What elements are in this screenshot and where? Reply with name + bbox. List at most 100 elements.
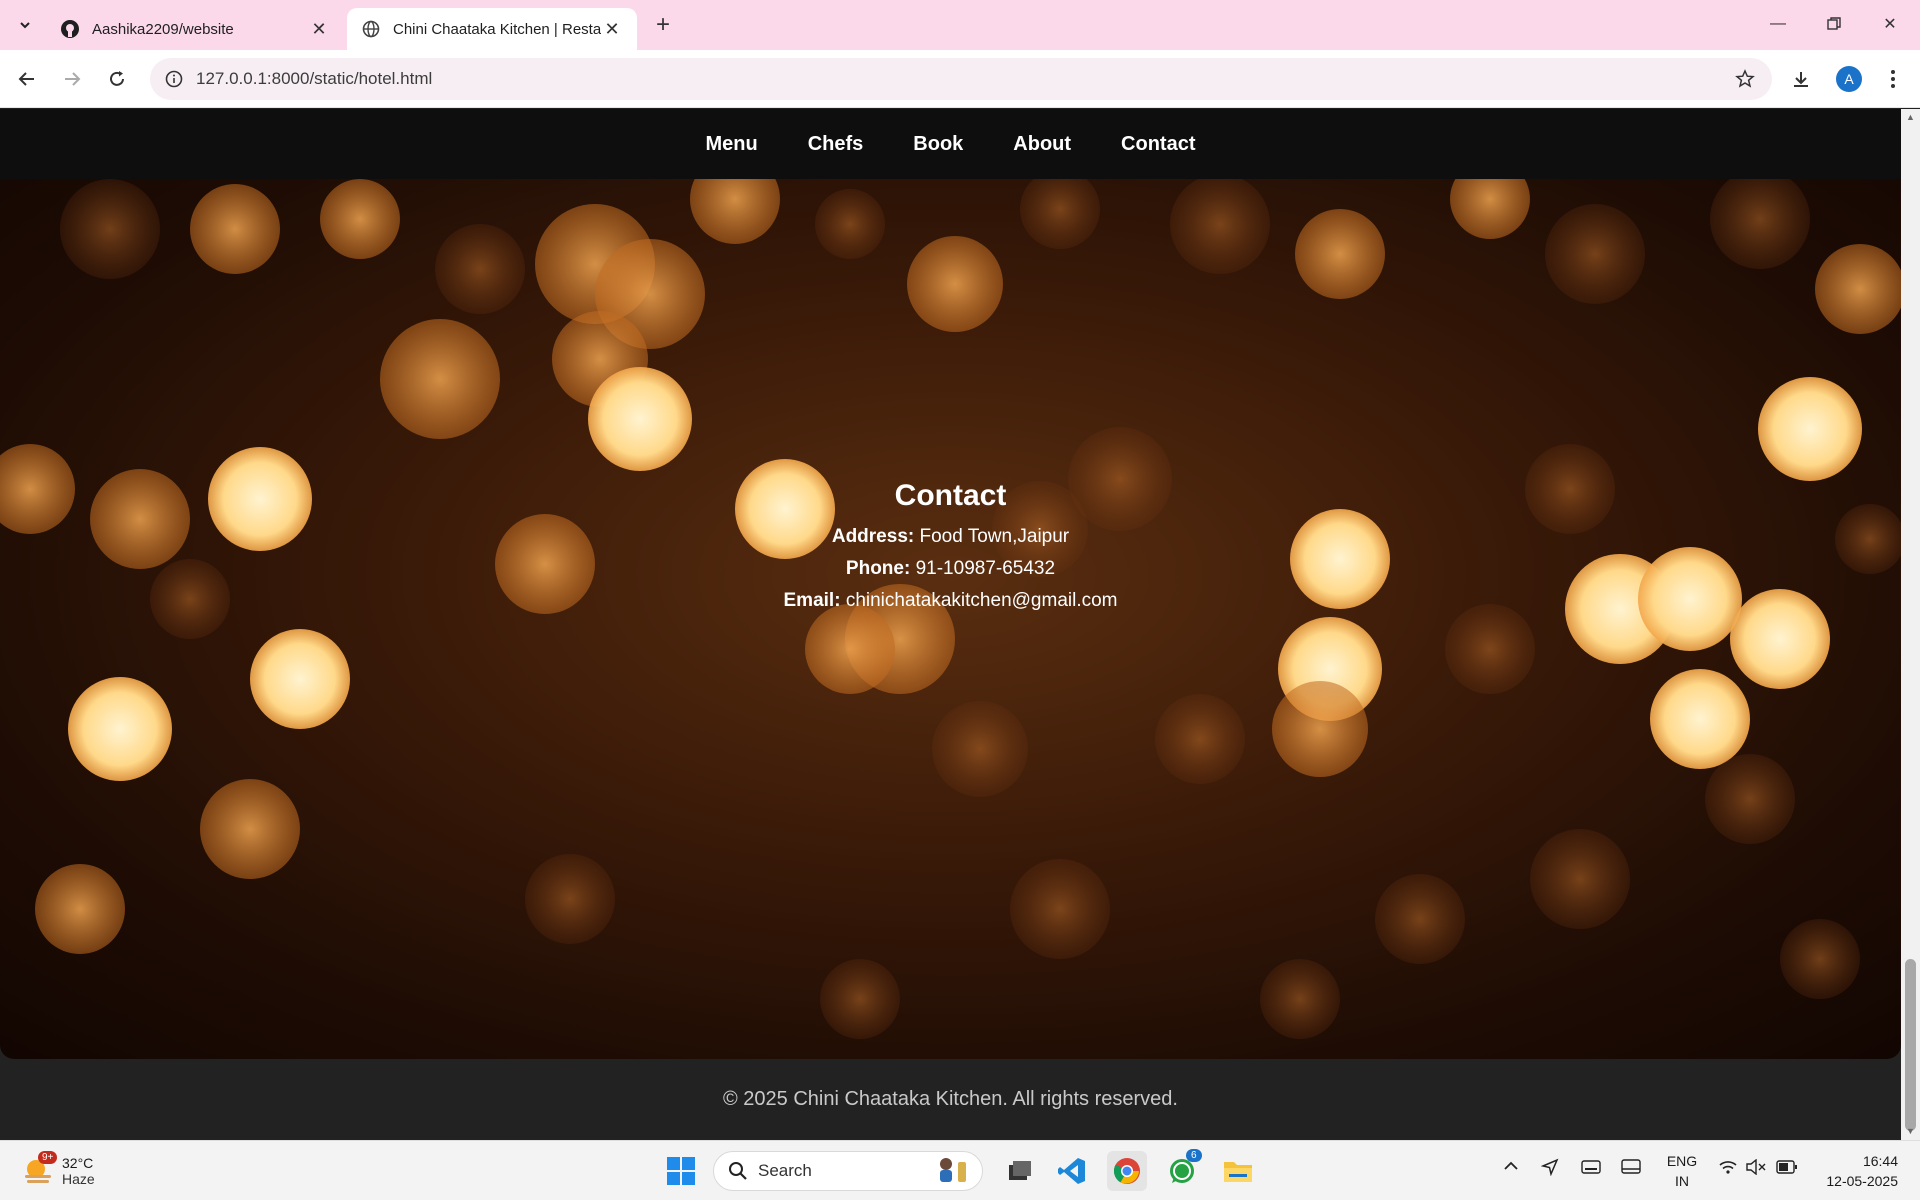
chevron-down-icon bbox=[20, 22, 30, 29]
tab-github[interactable]: Aashika2209/website ✕ bbox=[46, 8, 344, 50]
weather-desc: Haze bbox=[62, 1171, 95, 1187]
taskbar-search[interactable]: Search bbox=[713, 1151, 983, 1191]
weather-badge: 9+ bbox=[38, 1151, 58, 1164]
arrow-right-icon bbox=[65, 72, 81, 86]
nav-menu[interactable]: Menu bbox=[705, 133, 757, 156]
reload-icon bbox=[110, 71, 124, 86]
search-highlight-icon bbox=[936, 1154, 970, 1189]
clock-date: 12-05-2025 bbox=[1826, 1173, 1898, 1189]
windows-taskbar: 9+ 32°C Haze Search 6 ENG IN 16:44 12-05… bbox=[0, 1140, 1920, 1200]
arrow-left-icon bbox=[18, 72, 34, 86]
bokeh-light bbox=[1010, 859, 1110, 959]
bokeh-light bbox=[250, 629, 350, 729]
bokeh-light bbox=[1545, 204, 1645, 304]
close-tab-icon[interactable]: ✕ bbox=[308, 18, 330, 40]
bokeh-light bbox=[380, 319, 500, 439]
chevron-up-icon[interactable] bbox=[1503, 1159, 1519, 1176]
reload-button[interactable] bbox=[102, 64, 132, 94]
nav-chefs[interactable]: Chefs bbox=[808, 133, 864, 156]
bokeh-light bbox=[1445, 604, 1535, 694]
bookmark-star-icon[interactable] bbox=[1732, 66, 1758, 92]
bokeh-light bbox=[805, 604, 895, 694]
scroll-up-icon[interactable]: ▲ bbox=[1905, 112, 1916, 123]
location-icon[interactable] bbox=[1540, 1158, 1559, 1179]
bokeh-light bbox=[68, 677, 172, 781]
close-tab-icon[interactable]: ✕ bbox=[601, 18, 623, 40]
bokeh-light bbox=[1815, 244, 1901, 334]
bokeh-light bbox=[588, 367, 692, 471]
bokeh-light bbox=[1758, 377, 1862, 481]
display-icon[interactable] bbox=[1621, 1159, 1641, 1178]
tab-title: Chini Chaataka Kitchen | Restau bbox=[393, 20, 601, 38]
bokeh-light bbox=[200, 779, 300, 879]
email-line: Email: chinichatakakitchen@gmail.com bbox=[0, 585, 1901, 617]
nav-about[interactable]: About bbox=[1013, 133, 1071, 156]
weather-widget[interactable]: 9+ 32°C Haze bbox=[22, 1149, 95, 1193]
bokeh-light bbox=[1020, 179, 1100, 249]
download-icon[interactable] bbox=[1786, 64, 1816, 94]
nav-contact[interactable]: Contact bbox=[1121, 133, 1195, 156]
forward-button[interactable] bbox=[57, 64, 87, 94]
vscode-icon[interactable] bbox=[1052, 1151, 1092, 1191]
minimize-icon[interactable]: — bbox=[1750, 0, 1806, 48]
bokeh-light bbox=[1260, 959, 1340, 1039]
phone-line: Phone: 91-10987-65432 bbox=[0, 553, 1901, 585]
contact-block: Contact Address: Food Town,Jaipur Phone:… bbox=[0, 479, 1901, 617]
chrome-icon[interactable] bbox=[1107, 1151, 1147, 1191]
phone-value: 91-10987-65432 bbox=[915, 558, 1056, 579]
lang-line1: ENG bbox=[1666, 1153, 1698, 1169]
clock-time: 16:44 bbox=[1862, 1153, 1898, 1169]
bokeh-light bbox=[932, 701, 1028, 797]
address-value: Food Town,Jaipur bbox=[919, 526, 1070, 547]
wifi-icon[interactable] bbox=[1718, 1159, 1738, 1178]
url-bar[interactable]: 127.0.0.1:8000/static/hotel.html bbox=[150, 58, 1772, 100]
battery-icon[interactable] bbox=[1776, 1160, 1798, 1177]
page-viewport: Menu Chefs Book About Contact Contact Ad… bbox=[0, 109, 1901, 1140]
bokeh-light bbox=[320, 179, 400, 259]
close-window-icon[interactable]: ✕ bbox=[1862, 0, 1918, 48]
contact-section: Contact Address: Food Town,Jaipur Phone:… bbox=[0, 179, 1901, 1059]
new-tab-button[interactable]: + bbox=[650, 11, 676, 38]
tab-search-button[interactable] bbox=[10, 10, 40, 40]
phone-label: Phone: bbox=[845, 558, 911, 579]
nav-book[interactable]: Book bbox=[913, 133, 963, 156]
bokeh-light bbox=[815, 189, 885, 259]
bokeh-light bbox=[1155, 694, 1245, 784]
weather-temp: 32°C bbox=[62, 1155, 94, 1171]
restore-icon[interactable] bbox=[1806, 0, 1862, 48]
file-explorer-icon[interactable] bbox=[1218, 1151, 1258, 1191]
search-icon bbox=[729, 1162, 747, 1180]
address-toolbar: 127.0.0.1:8000/static/hotel.html A bbox=[0, 50, 1920, 108]
whatsapp-badge: 6 bbox=[1186, 1149, 1202, 1162]
tab-restaurant[interactable]: Chini Chaataka Kitchen | Restau ✕ bbox=[347, 8, 637, 50]
contact-heading: Contact bbox=[894, 479, 1007, 512]
keyboard-icon[interactable] bbox=[1581, 1160, 1601, 1177]
taskbar-clock[interactable]: 16:44 12-05-2025 bbox=[1808, 1151, 1898, 1191]
globe-icon bbox=[361, 19, 381, 39]
speaker-muted-icon[interactable] bbox=[1746, 1158, 1766, 1178]
language-indicator[interactable]: ENG IN bbox=[1665, 1151, 1699, 1191]
site-info-icon[interactable] bbox=[164, 69, 184, 89]
bokeh-light bbox=[1650, 669, 1750, 769]
kebab-menu-icon[interactable] bbox=[1878, 64, 1908, 94]
address-line: Address: Food Town,Jaipur bbox=[0, 521, 1901, 553]
windows-start-icon[interactable] bbox=[661, 1151, 701, 1191]
page-scrollbar[interactable]: ▲ ▼ bbox=[1901, 109, 1920, 1140]
bokeh-light bbox=[820, 959, 900, 1039]
scrollbar-thumb[interactable] bbox=[1905, 959, 1916, 1131]
browser-tab-bar: Aashika2209/website ✕ Chini Chaataka Kit… bbox=[0, 0, 1920, 50]
bokeh-light bbox=[1780, 919, 1860, 999]
bokeh-light bbox=[525, 854, 615, 944]
github-icon bbox=[60, 19, 80, 39]
weather-haze-icon: 9+ bbox=[22, 1151, 58, 1187]
scroll-down-icon[interactable]: ▼ bbox=[1905, 1126, 1916, 1137]
url-text[interactable]: 127.0.0.1:8000/static/hotel.html bbox=[196, 69, 1732, 89]
back-button[interactable] bbox=[12, 64, 42, 94]
site-navbar: Menu Chefs Book About Contact bbox=[0, 109, 1901, 179]
profile-avatar[interactable]: A bbox=[1836, 66, 1862, 92]
bokeh-light bbox=[1170, 179, 1270, 274]
lang-line2: IN bbox=[1675, 1173, 1689, 1189]
bokeh-light bbox=[1272, 681, 1368, 777]
task-view-icon[interactable] bbox=[1000, 1151, 1040, 1191]
whatsapp-icon[interactable]: 6 bbox=[1162, 1149, 1202, 1191]
